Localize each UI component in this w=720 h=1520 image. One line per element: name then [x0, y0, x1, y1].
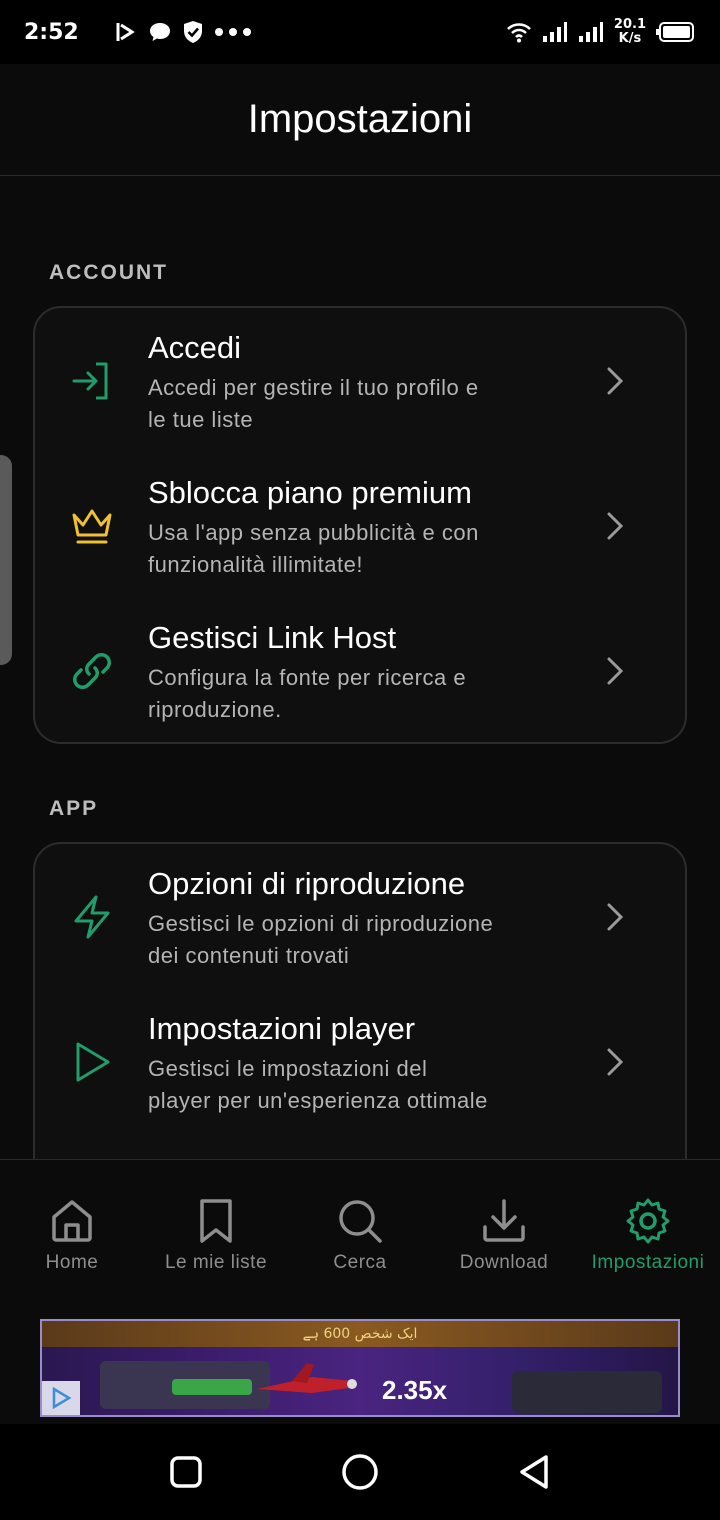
- chevron-right-icon: [607, 903, 624, 931]
- nav-my-lists[interactable]: Le mie liste: [144, 1160, 288, 1307]
- nav-search[interactable]: Cerca: [288, 1160, 432, 1307]
- chevron-right-icon: [607, 367, 624, 395]
- app-header: Impostazioni: [0, 64, 720, 176]
- ad-choices-icon[interactable]: [42, 1381, 80, 1415]
- nav-label: Cerca: [333, 1252, 387, 1273]
- bookmark-icon: [191, 1196, 241, 1246]
- wifi-icon: [507, 23, 531, 43]
- page-title: Impostazioni: [247, 97, 473, 141]
- ad-top-strip: ایک شخص 600 ہے: [42, 1321, 678, 1347]
- settings-item-title: Gestisci Link Host: [148, 620, 397, 655]
- net-speed: 20.1 K/s: [614, 18, 646, 46]
- settings-item-desc-line1: Gestisci le opzioni di riproduzione: [148, 911, 494, 936]
- section-label-account: ACCOUNT: [49, 261, 168, 284]
- battery-icon: [656, 22, 694, 42]
- lightning-icon: [67, 892, 117, 942]
- app-card: Opzioni di riproduzione Gestisci le opzi…: [33, 842, 687, 1159]
- settings-item-title: Sblocca piano premium: [148, 475, 472, 510]
- settings-item-player[interactable]: Impostazioni player Gestisci le impostaz…: [35, 989, 685, 1134]
- section-label-app: APP: [49, 797, 99, 820]
- nav-settings[interactable]: Impostazioni: [576, 1160, 720, 1307]
- net-speed-value: 20.1: [613, 17, 646, 32]
- chevron-right-icon: [607, 512, 624, 540]
- settings-item-playback-options[interactable]: Opzioni di riproduzione Gestisci le opzi…: [35, 844, 685, 989]
- home-icon: [47, 1196, 97, 1246]
- settings-item-desc-line1: Gestisci le impostazioni del: [148, 1056, 428, 1081]
- status-time: 2:52: [24, 19, 79, 45]
- settings-item-desc-line1: Configura la fonte per ricerca e: [148, 665, 467, 690]
- nav-home[interactable]: Home: [0, 1160, 144, 1307]
- bottom-navigation: Home Le mie liste Cerca Download Imposta…: [0, 1159, 720, 1306]
- settings-item-title: Impostazioni player: [148, 1011, 416, 1046]
- back-button[interactable]: [514, 1452, 554, 1492]
- nav-download[interactable]: Download: [432, 1160, 576, 1307]
- chevron-right-icon: [607, 657, 624, 685]
- ad-graphic-button: [172, 1379, 252, 1395]
- link-icon: [67, 646, 117, 696]
- crown-icon: [67, 501, 117, 551]
- nav-label: Home: [45, 1252, 99, 1273]
- chat-icon: [150, 23, 170, 41]
- app-notification-icon: [116, 23, 135, 41]
- nav-label: Impostazioni: [591, 1252, 705, 1273]
- settings-item-desc-line2: dei contenuti trovati: [148, 943, 350, 968]
- shield-icon: [184, 21, 202, 43]
- ad-top-text: ایک شخص 600 ہے: [302, 1326, 418, 1342]
- settings-item-desc-line2: le tue liste: [148, 407, 254, 432]
- ad-multiplier: 2.35x: [382, 1375, 448, 1405]
- settings-item-desc-line1: Accedi per gestire il tuo profilo e: [148, 375, 479, 400]
- airplane-icon: [257, 1363, 357, 1393]
- search-icon: [335, 1196, 385, 1246]
- settings-item-login[interactable]: Accedi Accedi per gestire il tuo profilo…: [35, 308, 685, 453]
- signal-icon-2: [578, 22, 603, 42]
- notification-icons: [112, 19, 252, 45]
- settings-item-link-host[interactable]: Gestisci Link Host Configura la fonte pe…: [35, 598, 685, 743]
- account-card: Accedi Accedi per gestire il tuo profilo…: [33, 306, 687, 744]
- settings-item-desc-line2: riproduzione.: [148, 697, 282, 722]
- settings-content[interactable]: ACCOUNT Accedi Accedi per gestire il tuo…: [0, 177, 720, 1159]
- net-speed-unit: K/s: [618, 31, 642, 46]
- chevron-right-icon: [607, 1048, 624, 1076]
- settings-item-desc-line2: funzionalità illimitate!: [148, 552, 363, 577]
- edge-panel-handle[interactable]: [0, 455, 12, 665]
- home-button[interactable]: [340, 1452, 380, 1492]
- recents-button[interactable]: [166, 1452, 206, 1492]
- settings-item-title: Opzioni di riproduzione: [148, 866, 466, 901]
- ad-graphic-panel: [512, 1371, 662, 1413]
- signal-icon: [542, 22, 567, 42]
- nav-label: Download: [459, 1252, 549, 1273]
- system-status-icons: 20.1 K/s: [506, 18, 696, 46]
- nav-label: Le mie liste: [164, 1252, 268, 1273]
- system-navigation-bar: [0, 1424, 720, 1520]
- download-icon: [479, 1196, 529, 1246]
- ad-area: ایک شخص 600 ہے 2.35x: [0, 1306, 720, 1424]
- more-icon: [215, 28, 251, 36]
- ad-banner[interactable]: ایک شخص 600 ہے 2.35x: [40, 1319, 680, 1417]
- status-bar: 2:52 20.1 K/s: [0, 0, 720, 64]
- play-icon: [67, 1037, 117, 1087]
- settings-item-title: Accedi: [148, 330, 242, 365]
- settings-item-desc-line2: player per un'esperienza ottimale: [148, 1088, 488, 1113]
- settings-item-premium[interactable]: Sblocca piano premium Usa l'app senza pu…: [35, 453, 685, 598]
- settings-item-desc-line1: Usa l'app senza pubblicità e con: [148, 520, 479, 545]
- login-icon: [67, 356, 117, 406]
- gear-icon: [623, 1196, 673, 1246]
